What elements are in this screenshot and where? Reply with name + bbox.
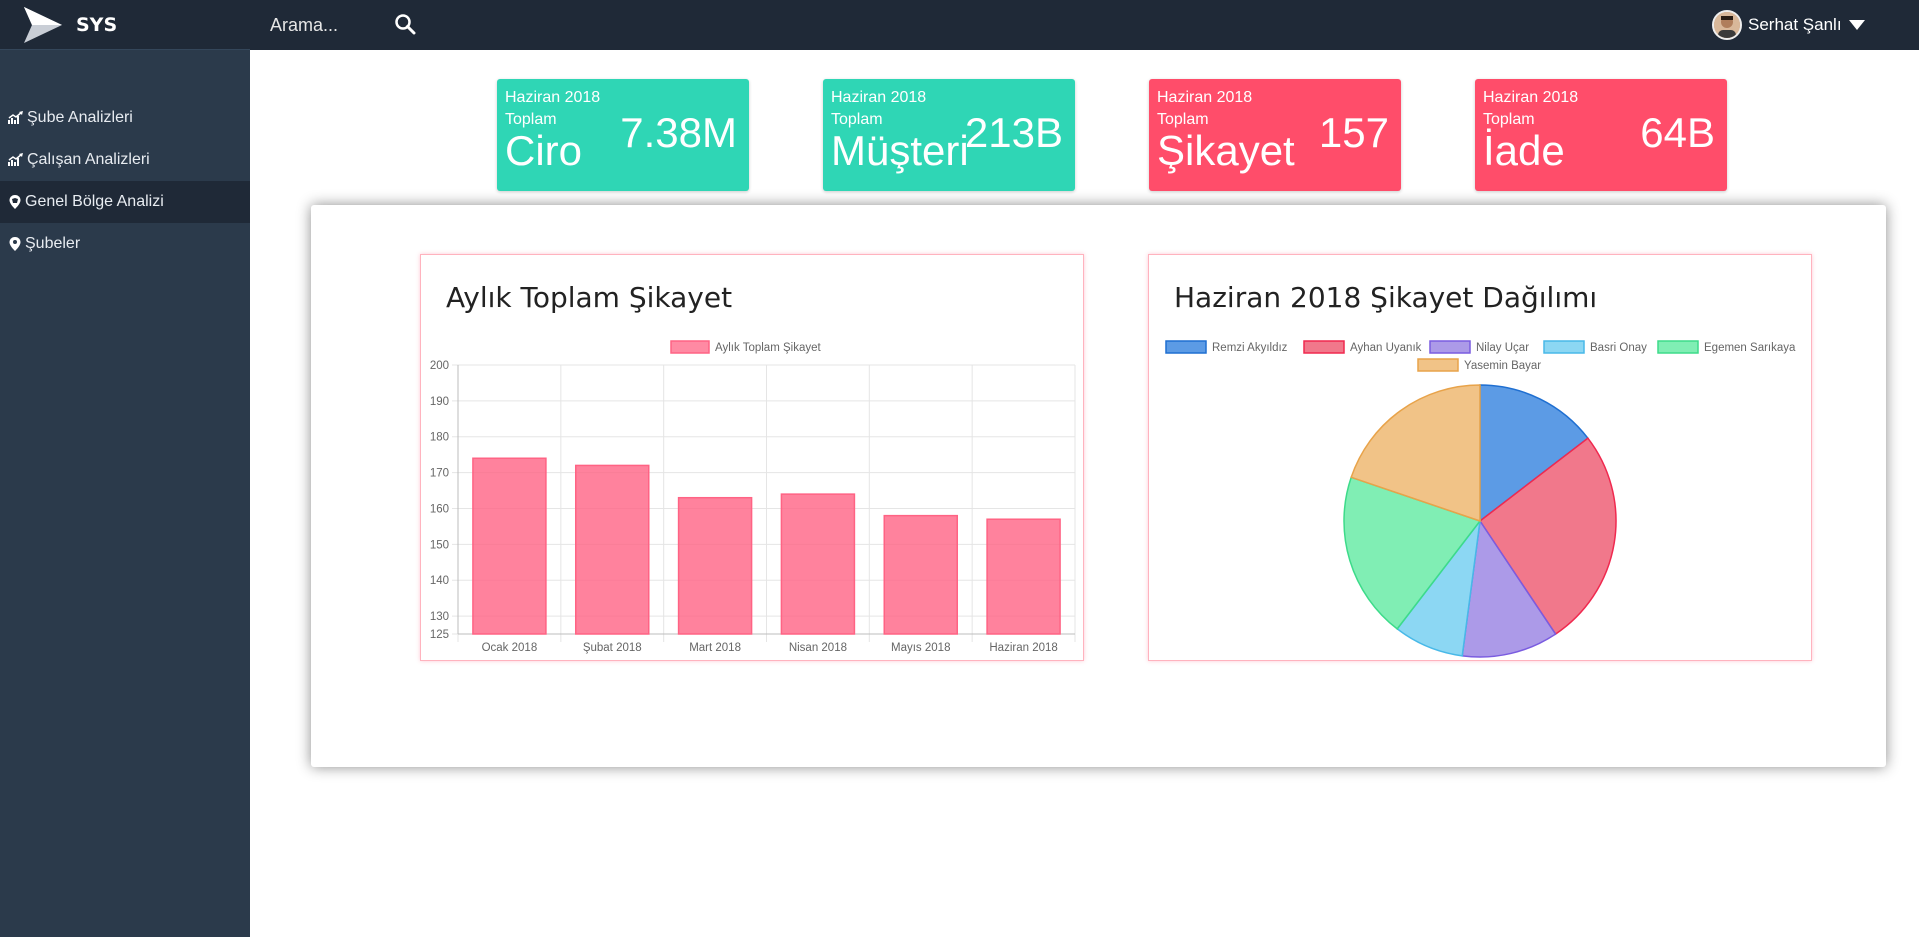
stat-value: 213B xyxy=(964,109,1063,156)
pie-chart-card: Haziran 2018 Şikayet Dağılımı Remzi Akyı… xyxy=(1148,254,1812,661)
x-tick-label: Ocak 2018 xyxy=(482,642,538,654)
stat-value: 64B xyxy=(1640,109,1715,156)
sidebar-item-label: Çalışan Analizleri xyxy=(27,151,150,168)
avatar xyxy=(1712,10,1742,40)
bar xyxy=(780,493,856,635)
legend-swatch xyxy=(1657,340,1699,354)
sidebar-item-genel-bolge-analizi[interactable]: Genel Bölge Analizi xyxy=(0,181,250,223)
pie-chart: Remzi Akyıldız Ayhan Uyanık Nilay Uçar Basr… xyxy=(1165,340,1796,658)
legend-label: Ayhan Uyanık xyxy=(1350,342,1422,354)
sidebar-item-sube-analizleri[interactable]: Şube Analizleri xyxy=(0,97,250,139)
legend-swatch xyxy=(1543,340,1585,354)
legend-label: Basri Onay xyxy=(1590,342,1647,354)
logo-icon xyxy=(24,6,62,43)
sidebar-item-label: Şubeler xyxy=(25,235,81,252)
bar xyxy=(472,457,547,635)
user-menu[interactable]: Serhat Şanlı xyxy=(1712,10,1866,40)
legend-swatch xyxy=(1303,340,1345,354)
y-tick-label: 130 xyxy=(430,611,449,623)
topbar: Serhat Şanlı xyxy=(250,0,1919,50)
legend-label: Aylık Toplam Şikayet xyxy=(715,342,821,354)
chevron-down-icon xyxy=(1848,20,1865,30)
y-tick-label: 200 xyxy=(430,360,449,372)
stat-card-ciro: Haziran 2018 Toplam Ciro 7.38M xyxy=(497,79,749,191)
stat-period: Haziran 2018 xyxy=(1157,89,1253,106)
y-tick-label: 140 xyxy=(430,575,449,587)
search-input[interactable] xyxy=(270,10,390,40)
stat-value: 157 xyxy=(1318,109,1389,156)
bar xyxy=(883,514,959,635)
user-name: Serhat Şanlı xyxy=(1748,15,1842,34)
y-tick-label: 125 xyxy=(430,629,449,641)
y-tick-label: 180 xyxy=(430,432,449,444)
x-tick-label: Mart 2018 xyxy=(689,642,741,654)
sidebar-item-label: Genel Bölge Analizi xyxy=(25,193,164,210)
legend-label: Remzi Akyıldız xyxy=(1212,342,1288,354)
legend-swatch xyxy=(1429,340,1471,354)
stat-card-sikayet: Haziran 2018 Toplam Şikayet 157 xyxy=(1149,79,1401,191)
sidebar-item-label: Şube Analizleri xyxy=(27,109,133,126)
brand-name: SYS xyxy=(76,13,118,36)
sidebar-item-subeler[interactable]: Şubeler xyxy=(0,223,250,265)
x-tick-label: Haziran 2018 xyxy=(989,642,1057,654)
map-marker-icon xyxy=(9,237,21,251)
y-tick-label: 150 xyxy=(430,539,449,551)
legend-label: Nilay Uçar xyxy=(1476,342,1529,354)
bar-chart: Aylık Toplam Şikayet 125 130 140 150 160 170 18… xyxy=(430,340,1076,654)
chart-up-icon xyxy=(8,153,23,166)
legend-swatch xyxy=(1417,358,1459,372)
stat-period: Haziran 2018 xyxy=(1483,89,1579,106)
x-tick-label: Mayıs 2018 xyxy=(891,642,950,654)
x-tick-label: Nisan 2018 xyxy=(789,642,847,654)
stat-period: Haziran 2018 xyxy=(831,89,927,106)
chart-up-icon xyxy=(8,111,23,124)
legend-label: Egemen Sarıkaya xyxy=(1704,342,1796,354)
y-tick-label: 160 xyxy=(430,503,449,515)
legend-label: Yasemin Bayar xyxy=(1464,360,1541,372)
legend-swatch xyxy=(670,340,710,354)
brand[interactable]: SYS xyxy=(0,0,250,50)
sidebar-nav: Şube Analizleri Çalışan Analizleri Genel… xyxy=(0,97,250,265)
stat-card-iade: Haziran 2018 Toplam İade 64B xyxy=(1475,79,1727,191)
stat-card-musteri: Haziran 2018 Toplam Müşteri 213B xyxy=(823,79,1075,191)
y-tick-label: 190 xyxy=(430,396,449,408)
stat-value: 7.38M xyxy=(620,109,737,156)
bar xyxy=(677,496,753,635)
stat-period: Haziran 2018 xyxy=(505,89,601,106)
bar-chart-card: Aylık Toplam Şikayet Aylık Toplam Şikaye… xyxy=(420,254,1084,661)
main-panel: Aylık Toplam Şikayet Aylık Toplam Şikaye… xyxy=(311,205,1886,767)
x-tick-label: Şubat 2018 xyxy=(583,642,642,654)
legend-swatch xyxy=(1165,340,1207,354)
bar xyxy=(574,464,650,635)
sidebar-item-calisan-analizleri[interactable]: Çalışan Analizleri xyxy=(0,139,250,181)
y-tick-label: 170 xyxy=(430,468,449,480)
map-marker-icon xyxy=(9,195,21,209)
search-icon[interactable] xyxy=(394,13,416,35)
bar xyxy=(986,518,1061,635)
sidebar: SYS Şube Analizleri Çalışan Analizleri G… xyxy=(0,0,250,937)
